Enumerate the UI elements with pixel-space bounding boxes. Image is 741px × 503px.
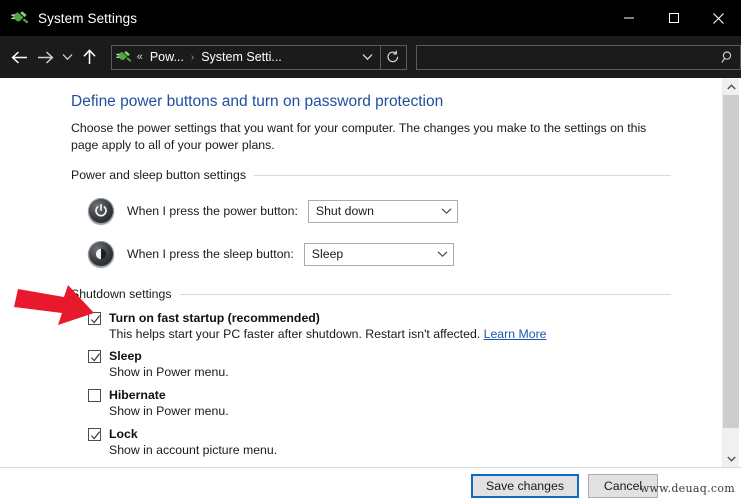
section-label: Power and sleep button settings <box>71 168 246 182</box>
fast-startup-checkbox[interactable] <box>88 312 101 325</box>
up-arrow-icon[interactable] <box>77 36 103 78</box>
breadcrumb-separator: › <box>191 52 194 63</box>
sleep-button-action-select[interactable]: Sleep <box>304 243 454 266</box>
sleep-button-icon <box>88 241 114 267</box>
navigation-bar: « Pow... › System Setti... <box>0 36 741 78</box>
sleep-checkbox[interactable] <box>88 350 101 363</box>
search-box[interactable] <box>416 45 741 70</box>
power-button-action-select[interactable]: Shut down <box>308 200 458 223</box>
chevron-down-icon[interactable] <box>437 207 457 215</box>
power-button-icon <box>88 198 114 224</box>
power-plug-icon <box>11 9 29 27</box>
section-label: Shutdown settings <box>71 287 172 301</box>
checkbox-row[interactable]: Turn on fast startup (recommended) <box>88 311 547 325</box>
section-shutdown-settings: Shutdown settings <box>71 287 671 301</box>
section-power-and-sleep: Power and sleep button settings <box>71 168 671 182</box>
fast-startup-description-text: This helps start your PC faster after sh… <box>109 327 480 341</box>
sleep-button-setting-row: When I press the sleep button: Sleep <box>88 241 454 267</box>
sleep-label: Sleep <box>109 349 142 363</box>
checkbox-item-lock: Lock Show in account picture menu. <box>88 427 277 457</box>
page-description: Choose the power settings that you want … <box>71 120 651 154</box>
section-divider <box>254 175 671 176</box>
checkbox-row[interactable]: Hibernate <box>88 388 229 402</box>
footer-bar: Save changes Cancel <box>0 467 741 503</box>
watermark: www.deuaq.com <box>640 482 735 495</box>
back-arrow-icon[interactable] <box>6 36 32 78</box>
breadcrumb-item-system-settings[interactable]: System Setti... <box>201 50 282 64</box>
chevron-down-icon[interactable] <box>433 250 453 258</box>
address-bar[interactable]: « Pow... › System Setti... <box>111 45 382 70</box>
hibernate-checkbox[interactable] <box>88 389 101 402</box>
power-button-label: When I press the power button: <box>127 204 298 218</box>
close-icon[interactable] <box>696 0 741 36</box>
checkbox-row[interactable]: Lock <box>88 427 277 441</box>
search-input[interactable] <box>417 50 717 64</box>
sleep-description: Show in Power menu. <box>109 365 229 379</box>
power-button-action-value: Shut down <box>309 204 437 218</box>
checkbox-item-fast-startup: Turn on fast startup (recommended) This … <box>88 311 547 341</box>
lock-description: Show in account picture menu. <box>109 443 277 457</box>
forward-arrow-icon[interactable] <box>32 36 58 78</box>
sleep-button-action-value: Sleep <box>305 247 433 261</box>
maximize-icon[interactable] <box>651 0 696 36</box>
breadcrumb-overflow[interactable]: « <box>137 51 143 63</box>
save-changes-button[interactable]: Save changes <box>471 474 579 498</box>
hibernate-label: Hibernate <box>109 388 166 402</box>
system-settings-window: System Settings <box>0 0 741 503</box>
checkbox-item-hibernate: Hibernate Show in Power menu. <box>88 388 229 418</box>
title-bar: System Settings <box>0 0 741 36</box>
page-title: Define power buttons and turn on passwor… <box>71 93 443 111</box>
content-area: Define power buttons and turn on passwor… <box>0 78 741 467</box>
refresh-icon[interactable] <box>381 45 406 70</box>
lock-label: Lock <box>109 427 138 441</box>
fast-startup-description: This helps start your PC faster after sh… <box>109 327 547 341</box>
lock-checkbox[interactable] <box>88 428 101 441</box>
breadcrumb-item-power[interactable]: Pow... <box>150 50 184 64</box>
scroll-up-icon[interactable] <box>723 78 739 95</box>
hibernate-description: Show in Power menu. <box>109 404 229 418</box>
minimize-icon[interactable] <box>606 0 651 36</box>
sleep-button-label: When I press the sleep button: <box>127 247 294 261</box>
checkbox-row[interactable]: Sleep <box>88 349 229 363</box>
fast-startup-label: Turn on fast startup (recommended) <box>109 311 320 325</box>
power-button-setting-row: When I press the power button: Shut down <box>88 198 458 224</box>
breadcrumb-chevron-down-icon[interactable] <box>354 46 380 69</box>
recent-locations-chevron-down-icon[interactable] <box>58 36 77 78</box>
scroll-down-icon[interactable] <box>723 450 739 467</box>
learn-more-link[interactable]: Learn More <box>484 327 547 341</box>
breadcrumb-power-plug-icon <box>116 49 132 65</box>
window-controls <box>606 0 741 36</box>
window-title: System Settings <box>38 11 137 26</box>
checkbox-item-sleep: Sleep Show in Power menu. <box>88 349 229 379</box>
search-icon[interactable] <box>716 50 740 64</box>
vertical-scrollbar[interactable] <box>722 78 739 467</box>
scrollbar-thumb[interactable] <box>723 95 739 428</box>
section-divider <box>180 294 672 295</box>
